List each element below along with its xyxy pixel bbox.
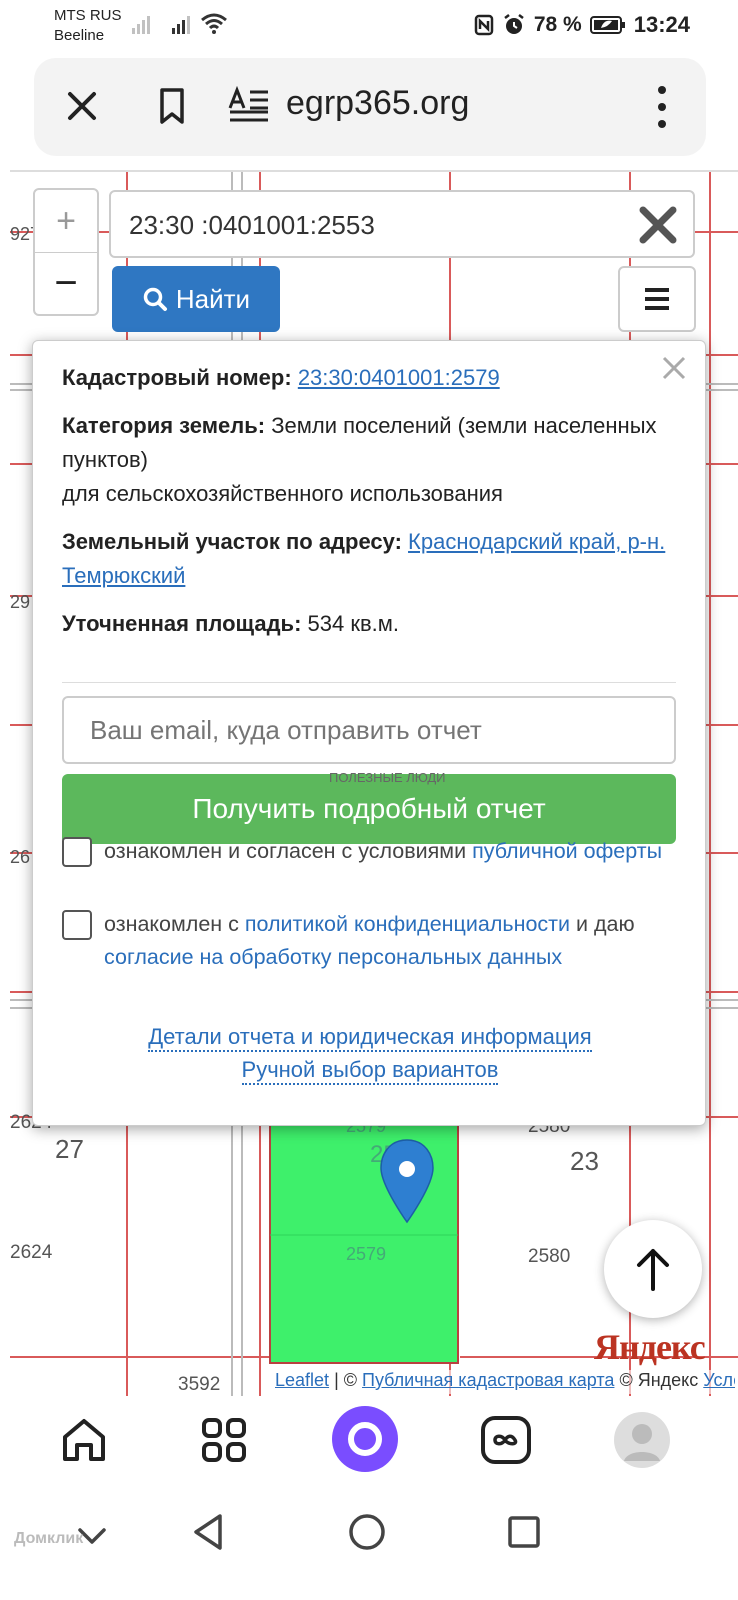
search-box xyxy=(109,190,695,258)
menu-button[interactable] xyxy=(618,266,696,332)
area-value: 534 кв.м. xyxy=(307,611,400,636)
arrow-up-icon xyxy=(637,1249,669,1291)
leaflet-link[interactable]: Leaflet xyxy=(275,1370,329,1390)
tabs-icon xyxy=(481,1416,531,1464)
area-row: Уточненная площадь: 534 кв.м. xyxy=(62,607,676,641)
reader-mode-icon[interactable] xyxy=(228,86,272,126)
yandex-logo: Яндекс xyxy=(594,1327,706,1367)
privacy-text-a: ознакомлен с xyxy=(104,912,239,936)
parcel-details: Кадастровый номер: 23:30:0401001:2579 Ка… xyxy=(62,361,676,655)
map-label: 27 xyxy=(55,1134,84,1164)
clock: 13:24 xyxy=(633,12,690,37)
map-label: 2579 xyxy=(346,1244,386,1264)
browser-bottom-nav xyxy=(0,1396,738,1488)
map-label: 26 xyxy=(10,847,30,867)
hamburger-icon xyxy=(645,288,669,310)
privacy-consent-text: ознакомлен с политикой конфиденциальност… xyxy=(104,908,676,974)
carrier-info: MTS RUS Beeline xyxy=(54,6,122,46)
wifi-icon xyxy=(201,13,227,34)
divider xyxy=(62,682,676,683)
battery-icon xyxy=(589,16,625,34)
apps-grid-icon xyxy=(202,1418,246,1462)
alice-icon xyxy=(332,1406,398,1472)
cadastral-label: Кадастровый номер: xyxy=(62,365,292,390)
system-nav-bar xyxy=(0,1488,738,1600)
offer-consent-row: ознакомлен и согласен с условиями публич… xyxy=(62,835,676,868)
carrier-1: MTS RUS xyxy=(54,7,122,24)
scroll-top-button[interactable] xyxy=(604,1220,702,1318)
report-details-link[interactable]: Детали отчета и юридическая информация xyxy=(148,1024,592,1052)
email-field[interactable] xyxy=(62,696,676,764)
address-label: Земельный участок по адресу: xyxy=(62,529,402,554)
area-label: Уточненная площадь: xyxy=(62,611,302,636)
cadastral-number-link[interactable]: 23:30:0401001:2579 xyxy=(298,365,500,390)
domclick-watermark: Домклик xyxy=(14,1530,84,1547)
clear-search-icon[interactable] xyxy=(637,204,679,246)
category-label: Категория земель: xyxy=(62,413,266,438)
map-attribution: Leaflet | © Публичная кадастровая карта … xyxy=(275,1370,735,1394)
alice-button[interactable] xyxy=(330,1404,400,1474)
search-icon xyxy=(143,287,167,311)
nfc-icon xyxy=(474,14,494,36)
profile-button[interactable] xyxy=(610,1408,674,1472)
map-label: 2624 xyxy=(10,1242,53,1263)
privacy-text-b: и даю xyxy=(576,912,635,936)
profile-avatar xyxy=(614,1412,670,1468)
offer-checkbox[interactable] xyxy=(62,837,92,867)
home-icon xyxy=(63,1419,105,1461)
more-vert-icon[interactable] xyxy=(652,82,672,132)
offer-text: ознакомлен и согласен с условиями xyxy=(104,839,467,863)
signal-icon xyxy=(132,12,150,34)
details-link-row: Детали отчета и юридическая информация xyxy=(33,1024,707,1052)
back-icon[interactable] xyxy=(188,1510,232,1554)
map-label: 23 xyxy=(570,1146,599,1176)
privacy-checkbox[interactable] xyxy=(62,910,92,940)
apps-button[interactable] xyxy=(192,1408,256,1472)
home-circle-icon[interactable] xyxy=(345,1510,389,1554)
recents-icon[interactable] xyxy=(502,1510,546,1554)
home-button[interactable] xyxy=(52,1408,116,1472)
zoom-in-button[interactable]: + xyxy=(35,190,97,252)
zoom-out-button[interactable]: − xyxy=(35,252,97,314)
find-button-label: Найти xyxy=(175,283,251,314)
map-label: 2580 xyxy=(528,1246,570,1267)
category-use: для сельскохозяйственного использования xyxy=(62,481,503,506)
privacy-consent-row: ознакомлен с политикой конфиденциальност… xyxy=(62,908,676,974)
category-row: Категория земель: Земли поселений (земли… xyxy=(62,409,676,511)
alarm-icon xyxy=(504,14,524,34)
privacy-policy-link[interactable]: политикой конфиденциальности xyxy=(245,912,570,936)
signal-icon xyxy=(172,12,190,34)
cadastral-search-input[interactable] xyxy=(129,206,629,244)
yandex-copyright: © Яндекс xyxy=(619,1370,699,1390)
personal-data-consent-link[interactable]: согласие на обработку персональных данны… xyxy=(104,945,562,969)
status-right: 78 % 13:24 xyxy=(474,12,690,38)
attr-separator: | © xyxy=(334,1370,358,1390)
offer-consent-text: ознакомлен и согласен с условиями публич… xyxy=(104,835,662,868)
cadastral-row: Кадастровый номер: 23:30:0401001:2579 xyxy=(62,361,676,395)
watermark: ПОЛЕЗНЫЕ ЛЮДИ xyxy=(329,770,446,785)
bookmark-icon[interactable] xyxy=(152,86,192,126)
manual-selection-link[interactable]: Ручной выбор вариантов xyxy=(241,1057,499,1085)
manual-link-row: Ручной выбор вариантов xyxy=(33,1057,707,1085)
url-text[interactable]: egrp365.org xyxy=(286,84,469,123)
public-offer-link[interactable]: публичной оферты xyxy=(472,839,662,863)
close-icon[interactable] xyxy=(62,86,102,126)
find-button[interactable]: Найти xyxy=(112,266,280,332)
address-row: Земельный участок по адресу: Краснодарск… xyxy=(62,525,676,593)
tabs-button[interactable] xyxy=(474,1408,538,1472)
status-bar: MTS RUS Beeline 78 % 13:24 xyxy=(0,0,738,52)
battery-percent: 78 % xyxy=(533,13,582,36)
map-label: 3592 xyxy=(178,1374,220,1395)
cadastral-map-link[interactable]: Публичная кадастровая карта xyxy=(362,1370,614,1390)
zoom-control: + − xyxy=(33,188,99,316)
yandex-terms-link[interactable]: Условия использования xyxy=(703,1370,735,1390)
browser-url-bar[interactable]: egrp365.org xyxy=(34,58,706,156)
parcel-info-popup: Кадастровый номер: 23:30:0401001:2579 Ка… xyxy=(32,340,706,1126)
carrier-2: Beeline xyxy=(54,27,105,44)
map-label: 29 xyxy=(10,592,30,612)
